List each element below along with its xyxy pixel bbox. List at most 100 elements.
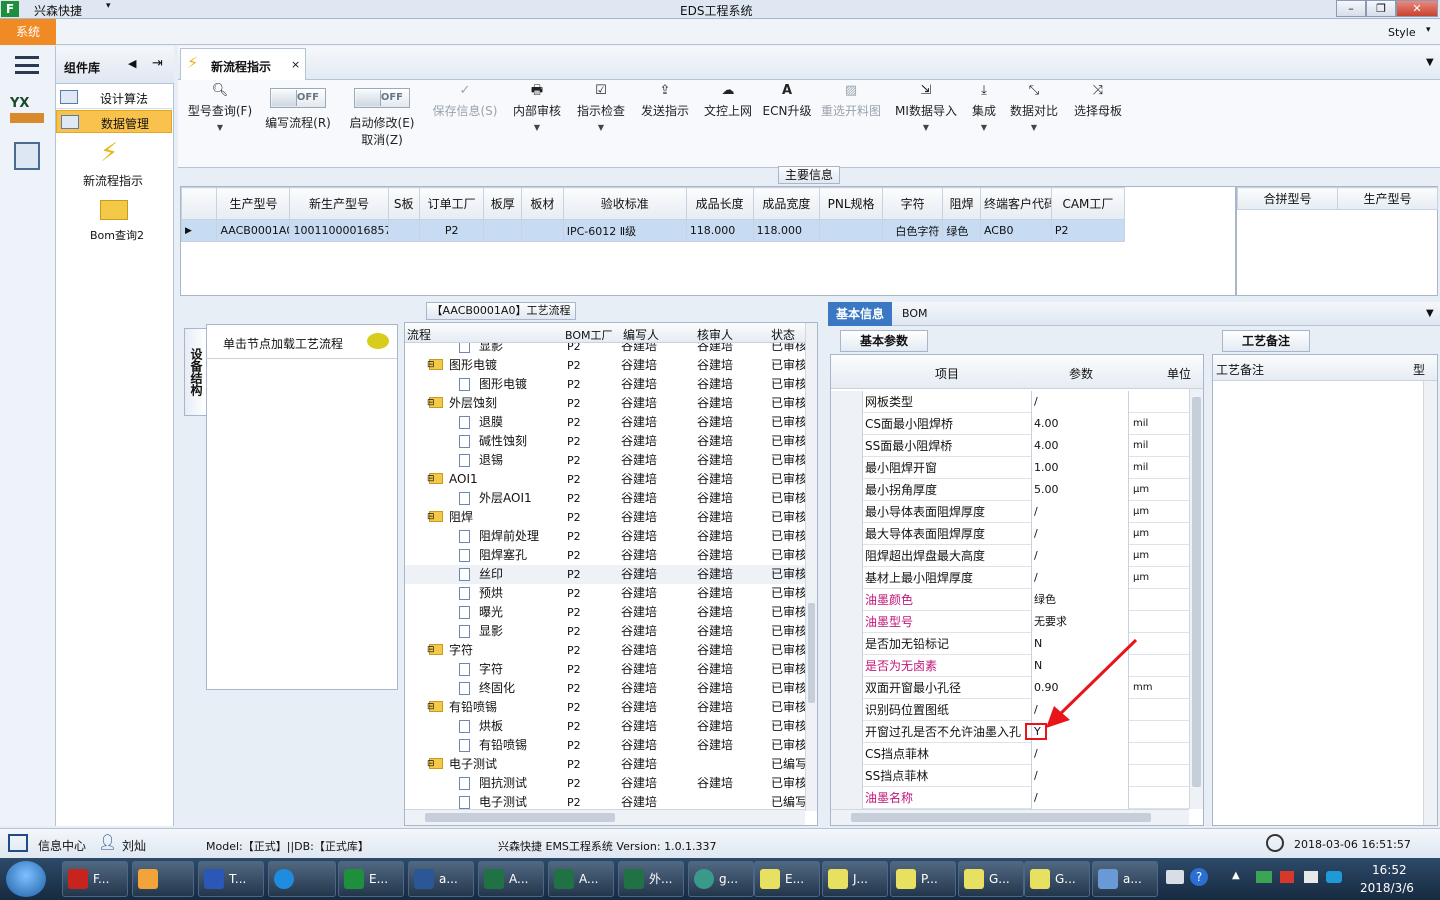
integrate-button[interactable]: ⤓ 集成 ▼ — [966, 80, 1002, 150]
params-horizontal-scrollbar[interactable] — [831, 809, 1189, 825]
column-header[interactable]: 单位 — [1167, 365, 1191, 382]
param-row[interactable]: 基材上最小阻焊厚度 / μm — [831, 567, 1189, 589]
table-cell[interactable]: 118.000 — [685, 219, 754, 242]
column-header[interactable]: 板厚 — [483, 187, 523, 220]
pin-icon[interactable]: ⇥ — [152, 56, 163, 71]
column-header[interactable]: 核审人 — [697, 326, 733, 343]
collapse-toggle-icon[interactable]: ⊟ — [427, 508, 435, 527]
tree-row[interactable]: 阻焊塞孔 P2 谷建培 谷建培 已审核 — [405, 546, 805, 565]
param-value[interactable]: 4.00 — [1031, 435, 1129, 457]
quick-access-dropdown-icon[interactable]: ▾ — [106, 1, 111, 11]
tab-basic-info[interactable]: 基本信息 — [828, 302, 892, 326]
column-header[interactable]: 型 — [1413, 361, 1425, 378]
param-value[interactable]: / — [1031, 743, 1129, 765]
scroll-thumb[interactable] — [1192, 397, 1201, 787]
toggle-switch[interactable]: OFF — [270, 88, 326, 108]
nav-item-data-management[interactable]: 数据管理 — [56, 110, 172, 133]
notes-vertical-scrollbar[interactable] — [1423, 381, 1437, 825]
column-header[interactable]: 合拼型号 — [1237, 187, 1338, 210]
data-compare-button[interactable]: ⤡ 数据对比 ▼ — [1006, 80, 1062, 150]
hamburger-menu-icon[interactable] — [15, 56, 39, 74]
param-value[interactable]: 5.00 — [1031, 479, 1129, 501]
info-center-label[interactable]: 信息中心 — [38, 837, 86, 854]
taskbar-app[interactable]: F... — [62, 861, 128, 897]
tree-row[interactable]: 退锡 P2 谷建培 谷建培 已审核 — [405, 451, 805, 470]
model-query-button[interactable]: 🔍︎ 型号查询(F) ▼ — [182, 80, 258, 150]
column-header[interactable]: 流程 — [407, 326, 431, 343]
column-header[interactable]: BOM工厂 — [565, 327, 613, 343]
column-header[interactable]: 状态 — [771, 326, 795, 343]
row-selector[interactable] — [831, 677, 863, 699]
tree-row[interactable]: 字符 P2 谷建培 谷建培 已审核 — [405, 660, 805, 679]
column-header[interactable]: 验收标准 — [562, 187, 687, 220]
taskbar-app[interactable] — [132, 861, 194, 897]
tree-row[interactable]: ⊟ 外层蚀刻 P2 谷建培 谷建培 已审核 — [405, 394, 805, 413]
tool-bom-query-label[interactable]: Bom查询2 — [90, 227, 144, 243]
system-menu-button[interactable]: 系统 — [0, 19, 56, 45]
tab-new-flow[interactable]: ⚡ 新流程指示 × — [180, 48, 306, 80]
tab-list-dropdown-icon[interactable]: ▼ — [1426, 308, 1434, 319]
row-selector[interactable] — [831, 787, 863, 809]
column-header[interactable]: 板材 — [521, 187, 564, 220]
row-selector[interactable] — [831, 545, 863, 567]
column-header[interactable]: 项目 — [935, 365, 959, 382]
row-selector[interactable] — [831, 479, 863, 501]
style-dropdown-icon[interactable]: ▾ — [1426, 25, 1431, 35]
row-selector[interactable] — [831, 501, 863, 523]
tray-arrow-icon[interactable]: ▲ — [1232, 870, 1240, 881]
param-row[interactable]: SS面最小阻焊桥 4.00 mil — [831, 435, 1189, 457]
send-instruction-button[interactable]: ⇪ 发送指示 — [636, 80, 694, 150]
tree-row[interactable]: 曝光 P2 谷建培 谷建培 已审核 — [405, 603, 805, 622]
tree-row[interactable]: 终固化 P2 谷建培 谷建培 已审核 — [405, 679, 805, 698]
table-cell[interactable] — [387, 219, 420, 242]
collapse-toggle-icon[interactable]: ⊟ — [427, 641, 435, 660]
close-button[interactable]: ✕ — [1396, 0, 1438, 17]
collapse-toggle-icon[interactable]: ⊟ — [427, 356, 435, 375]
taskbar-app[interactable]: A... — [478, 861, 544, 897]
param-value[interactable]: / — [1031, 787, 1129, 809]
row-selector[interactable] — [831, 633, 863, 655]
table-cell[interactable]: AACB0001A0 — [216, 219, 291, 242]
tab-list-dropdown-icon[interactable]: ▼ — [1426, 57, 1434, 68]
collapse-toggle-icon[interactable]: ⊟ — [427, 755, 435, 774]
taskbar-app[interactable]: E... — [754, 861, 820, 897]
taskbar-app[interactable]: G... — [1024, 861, 1090, 897]
calculator-icon[interactable] — [14, 142, 40, 170]
tree-row[interactable]: ⊟ 电子测试 P2 谷建培 已编写 — [405, 755, 805, 774]
toggle-switch[interactable]: OFF — [354, 88, 410, 108]
tree-row[interactable]: 显影 P2 谷建培 谷建培 已审核 — [405, 622, 805, 641]
row-selector[interactable] — [831, 611, 863, 633]
row-selector[interactable] — [831, 655, 863, 677]
table-cell[interactable]: 绿色 — [942, 219, 981, 242]
row-selector[interactable] — [831, 435, 863, 457]
table-cell[interactable] — [483, 219, 523, 242]
param-row[interactable]: 阻焊超出焊盘最大高度 / μm — [831, 545, 1189, 567]
column-header[interactable]: 工艺备注 — [1216, 361, 1264, 378]
column-header[interactable]: 成品宽度 — [752, 187, 821, 220]
minimize-button[interactable]: – — [1336, 0, 1366, 17]
taskbar-app[interactable]: P... — [890, 861, 956, 897]
close-tab-icon[interactable]: × — [291, 58, 300, 71]
param-value[interactable]: 1.00 — [1031, 457, 1129, 479]
param-value[interactable]: / — [1031, 523, 1129, 545]
param-row[interactable]: 最小阻焊开窗 1.00 mil — [831, 457, 1189, 479]
cloud-sync-icon[interactable] — [1326, 871, 1342, 883]
select-motherboard-button[interactable]: ⤨ 选择母板 — [1068, 80, 1128, 150]
reselect-cut-chart-button[interactable]: ▨ 重选开料图 — [818, 80, 884, 150]
table-cell[interactable] — [819, 219, 883, 242]
param-row[interactable]: 最小导体表面阻焊厚度 / μm — [831, 501, 1189, 523]
column-header[interactable]: PNL规格 — [819, 187, 883, 220]
help-icon[interactable]: ? — [1190, 868, 1208, 886]
collapse-left-icon[interactable]: ◀ — [128, 57, 136, 70]
column-header[interactable]: 终端客户代码 — [979, 187, 1052, 220]
table-row[interactable]: ▶ AACB0001A0 10011000016857 P2 IPC-6012 … — [180, 219, 1126, 242]
table-cell[interactable]: ACB0 — [979, 219, 1052, 242]
grid-apps-icon[interactable] — [8, 834, 28, 852]
table-cell[interactable] — [521, 219, 564, 242]
column-header[interactable]: 字符 — [881, 187, 944, 220]
table-cell[interactable]: 白色字符 — [881, 219, 944, 242]
taskbar-app[interactable]: g... — [688, 861, 754, 897]
flow-horizontal-scrollbar[interactable] — [405, 809, 805, 825]
column-header[interactable]: 生产型号 — [1337, 187, 1438, 210]
table-cell[interactable]: P2 — [1050, 219, 1126, 242]
